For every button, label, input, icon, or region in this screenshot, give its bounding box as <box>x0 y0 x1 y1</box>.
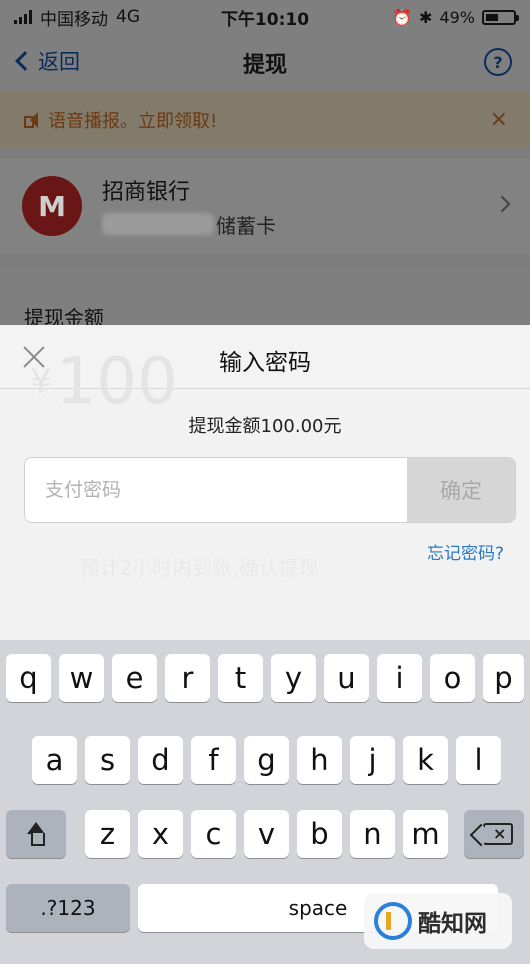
key-y[interactable]: y <box>271 654 316 702</box>
card-number-row: 储蓄卡 <box>102 210 276 239</box>
key-o[interactable]: o <box>430 654 475 702</box>
key-s[interactable]: s <box>85 736 130 784</box>
battery-icon <box>482 9 519 25</box>
key-j[interactable]: j <box>350 736 395 784</box>
bank-logo: M <box>22 176 82 236</box>
chevron-left-icon <box>15 51 35 71</box>
keyboard-row-3: z x c v b n m × <box>0 810 530 858</box>
bank-name: 招商银行 <box>102 179 191 205</box>
screen: 中国移动 4G 下午10:10 ⏰ ✱ 49% 返回 提现 ? 语音播报。立即领… <box>0 0 530 964</box>
help-button[interactable]: ? <box>484 48 512 76</box>
key-k[interactable]: k <box>403 736 448 784</box>
key-v[interactable]: v <box>244 810 289 858</box>
key-f[interactable]: f <box>191 736 236 784</box>
watermark-logo-icon <box>374 902 412 940</box>
backspace-key[interactable]: × <box>464 810 524 858</box>
key-i[interactable]: i <box>377 654 422 702</box>
key-m[interactable]: m <box>403 810 448 858</box>
notice-banner[interactable]: 语音播报。立即领取! × <box>0 92 530 147</box>
key-g[interactable]: g <box>244 736 289 784</box>
status-bar: 中国移动 4G 下午10:10 ⏰ ✱ 49% <box>0 0 530 34</box>
password-row: 确定 <box>24 457 516 523</box>
card-type: 储蓄卡 <box>216 213 276 238</box>
bank-card-selector[interactable]: M 招商银行 储蓄卡 <box>0 158 530 254</box>
back-button[interactable]: 返回 <box>15 46 80 76</box>
key-u[interactable]: u <box>324 654 369 702</box>
backspace-icon: × <box>483 823 513 845</box>
key-a[interactable]: a <box>32 736 77 784</box>
key-d[interactable]: d <box>138 736 183 784</box>
chevron-right-icon <box>493 195 511 213</box>
clock: 下午10:10 <box>220 9 310 30</box>
key-b[interactable]: b <box>297 810 342 858</box>
payment-password-input[interactable] <box>25 458 407 522</box>
key-n[interactable]: n <box>350 810 395 858</box>
watermark: 酷知网 <box>364 893 512 949</box>
key-l[interactable]: l <box>456 736 501 784</box>
key-z[interactable]: z <box>85 810 130 858</box>
key-q[interactable]: q <box>6 654 51 702</box>
nav-bar: 返回 提现 ? <box>0 34 530 92</box>
forgot-password-link[interactable]: 忘记密码? <box>427 539 504 564</box>
shift-key[interactable] <box>6 810 66 858</box>
keyboard-row-1: q w e r t y u i o p <box>0 654 530 702</box>
key-e[interactable]: e <box>112 654 157 702</box>
numbers-key[interactable]: .?123 <box>6 884 130 932</box>
sheet-title: 输入密码 <box>219 350 311 376</box>
masked-card-number <box>102 213 214 235</box>
key-x[interactable]: x <box>138 810 183 858</box>
bank-info: 招商银行 储蓄卡 <box>102 174 276 239</box>
confirm-button[interactable]: 确定 <box>407 458 515 522</box>
key-t[interactable]: t <box>218 654 263 702</box>
withdraw-amount-text: 提现金额100.00元 <box>188 416 342 437</box>
page-title: 提现 <box>242 53 287 78</box>
ghost-submit-text: 预计2小时内到账,确认提现 <box>79 555 319 580</box>
question-icon: ? <box>493 52 503 72</box>
shift-icon <box>24 822 48 846</box>
sheet-header: ¥100 输入密码 <box>0 325 530 417</box>
back-label: 返回 <box>38 50 80 74</box>
key-h[interactable]: h <box>297 736 342 784</box>
watermark-text: 酷知网 <box>418 911 487 937</box>
key-w[interactable]: w <box>59 654 104 702</box>
speaker-icon <box>22 111 44 129</box>
notice-text: 语音播报。立即领取! <box>48 110 218 132</box>
key-r[interactable]: r <box>165 654 210 702</box>
notice-close-button[interactable]: × <box>490 107 508 132</box>
keyboard-row-2: a s d f g h j k l <box>0 736 530 784</box>
key-c[interactable]: c <box>191 810 236 858</box>
keyboard: q w e r t y u i o p a s d f g h j k l z … <box>0 640 530 964</box>
key-p[interactable]: p <box>483 654 524 702</box>
